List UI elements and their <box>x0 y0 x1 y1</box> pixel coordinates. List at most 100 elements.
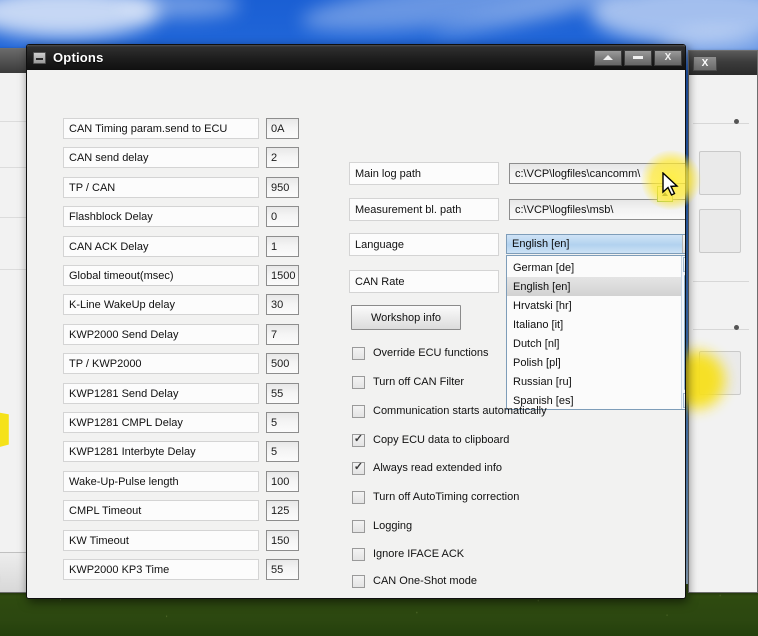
can-rate-label: CAN Rate <box>349 270 499 293</box>
parameter-row: CAN Timing param.send to ECU 0A <box>63 118 299 139</box>
checkbox-row[interactable]: Override ECU functions <box>352 345 489 361</box>
parameter-row: Wake-Up-Pulse length 100 <box>63 471 299 492</box>
parameter-label: TP / CAN <box>63 177 259 198</box>
language-option[interactable]: Dutch [nl] <box>507 334 681 353</box>
parameter-label: Flashblock Delay <box>63 206 259 227</box>
divider <box>693 281 749 282</box>
checkbox-row[interactable]: Logging <box>352 518 412 534</box>
background-window-right-titlebar[interactable]: X <box>689 51 757 75</box>
parameter-row: K-Line WakeUp delay 30 <box>63 294 299 315</box>
dialog-title: Options <box>53 50 104 65</box>
preview-box <box>699 151 741 195</box>
checkbox-row[interactable]: Turn off CAN Filter <box>352 374 464 390</box>
parameter-value-input[interactable]: 1 <box>266 236 299 257</box>
bullet-icon <box>734 119 739 124</box>
language-dropdown-list[interactable]: German [de] English [en] Hrvatski [hr] Ital… <box>506 255 685 410</box>
language-option[interactable]: Polish [pl] <box>507 353 681 372</box>
language-selected-value[interactable]: English [en] <box>507 235 682 253</box>
minimize-button[interactable] <box>624 49 652 66</box>
checkbox-label: CAN One-Shot mode <box>373 575 477 587</box>
checkbox-checked-icon[interactable] <box>352 433 365 447</box>
parameter-value-input[interactable]: 1500 <box>266 265 299 286</box>
parameter-label: KWP1281 CMPL Delay <box>63 412 259 433</box>
parameter-value-input[interactable]: 125 <box>266 500 299 521</box>
divider <box>693 329 749 330</box>
scroll-up-button[interactable] <box>683 257 685 272</box>
dialog-titlebar[interactable]: Options X <box>27 45 685 70</box>
background-window-right[interactable]: X <box>667 50 758 593</box>
parameter-row: KWP1281 CMPL Delay 5 <box>63 412 299 433</box>
scroll-down-button[interactable] <box>683 393 685 408</box>
path-value-input[interactable]: c:\VCP\logfiles\msb\ <box>509 199 685 220</box>
language-combobox[interactable]: English [en] <box>506 234 685 254</box>
preview-box <box>699 209 741 253</box>
parameter-label: CAN ACK Delay <box>63 236 259 257</box>
checkbox-checked-icon[interactable] <box>352 461 365 475</box>
parameter-value-input[interactable]: 950 <box>266 177 299 198</box>
language-option[interactable]: English [en] <box>507 277 681 296</box>
parameter-row: KWP2000 Send Delay 7 <box>63 324 299 345</box>
parameter-value-input[interactable]: 150 <box>266 530 299 551</box>
language-option[interactable]: Italiano [it] <box>507 315 681 334</box>
workshop-info-button[interactable]: Workshop info <box>351 305 461 330</box>
parameter-row: KWP1281 Send Delay 55 <box>63 383 299 404</box>
close-button[interactable]: X <box>654 49 682 66</box>
parameter-value-input[interactable]: 55 <box>266 383 299 404</box>
scrollbar-thumb[interactable] <box>684 275 685 390</box>
bullet-icon <box>734 325 739 330</box>
parameter-label: CAN Timing param.send to ECU <box>63 118 259 139</box>
parameter-label: K-Line WakeUp delay <box>63 294 259 315</box>
parameter-label: KWP1281 Interbyte Delay <box>63 441 259 462</box>
dropdown-arrow-hint-icon <box>657 186 673 202</box>
language-option[interactable]: Hrvatski [hr] <box>507 296 681 315</box>
checkbox-label: Copy ECU data to clipboard <box>373 434 510 446</box>
background-close-button[interactable]: X <box>693 55 717 71</box>
triangle-up-icon <box>603 55 613 60</box>
checkbox-row[interactable]: Always read extended info <box>352 460 502 476</box>
parameter-value-input[interactable]: 2 <box>266 147 299 168</box>
parameter-value-input[interactable]: 7 <box>266 324 299 345</box>
options-dialog: Options X CAN Timing param.send to ECU 0A… <box>26 44 686 599</box>
parameter-row: TP / CAN 950 <box>63 177 299 198</box>
checkbox-row[interactable]: CAN One-Shot mode <box>352 573 477 589</box>
window-controls: X <box>594 49 682 66</box>
checkbox-row[interactable]: Communication starts automatically <box>352 403 547 419</box>
parameter-row: TP / KWP2000 500 <box>63 353 299 374</box>
path-label: Measurement bl. path <box>349 198 499 221</box>
checkbox-row[interactable]: Ignore IFACE ACK <box>352 546 464 562</box>
parameter-value-input[interactable]: 0 <box>266 206 299 227</box>
language-option[interactable]: German [de] <box>507 258 681 277</box>
path-row: Main log path c:\VCP\logfiles\cancomm\ <box>349 162 685 185</box>
window-minimize-icon[interactable] <box>33 51 46 64</box>
checkbox-unchecked-icon[interactable] <box>352 519 365 533</box>
dropdown-scrollbar[interactable] <box>681 256 685 409</box>
checkbox-row[interactable]: Turn off AutoTiming correction <box>352 489 519 505</box>
parameter-value-input[interactable]: 5 <box>266 412 299 433</box>
checkbox-label: Turn off AutoTiming correction <box>373 491 520 503</box>
parameter-value-input[interactable]: 30 <box>266 294 299 315</box>
checkbox-unchecked-icon[interactable] <box>352 404 365 418</box>
parameter-value-input[interactable]: 100 <box>266 471 299 492</box>
checkbox-label: Turn off CAN Filter <box>373 376 465 388</box>
parameter-value-input[interactable]: 0A <box>266 118 299 139</box>
parameter-label: KWP2000 Send Delay <box>63 324 259 345</box>
language-option[interactable]: Russian [ru] <box>507 372 681 391</box>
checkbox-unchecked-icon[interactable] <box>352 375 365 389</box>
checkbox-unchecked-icon[interactable] <box>352 574 365 588</box>
checkbox-unchecked-icon[interactable] <box>352 547 365 561</box>
checkbox-unchecked-icon[interactable] <box>352 346 365 360</box>
restore-button[interactable] <box>594 49 622 66</box>
parameter-label: CMPL Timeout <box>63 500 259 521</box>
parameter-row: Global timeout(msec) 1500 <box>63 265 299 286</box>
parameter-value-input[interactable]: 55 <box>266 559 299 580</box>
checkbox-label: Logging <box>373 520 413 532</box>
path-row: Measurement bl. path c:\VCP\logfiles\msb\ <box>349 198 685 221</box>
dialog-body: CAN Timing param.send to ECU 0A CAN send d… <box>27 70 685 598</box>
parameter-value-input[interactable]: 5 <box>266 441 299 462</box>
path-value-input[interactable]: c:\VCP\logfiles\cancomm\ <box>509 163 685 184</box>
checkbox-label: Communication starts automatically <box>373 405 547 417</box>
checkbox-row[interactable]: Copy ECU data to clipboard <box>352 432 509 448</box>
parameter-value-input[interactable]: 500 <box>266 353 299 374</box>
chevron-down-icon[interactable] <box>682 235 685 253</box>
checkbox-unchecked-icon[interactable] <box>352 490 365 504</box>
